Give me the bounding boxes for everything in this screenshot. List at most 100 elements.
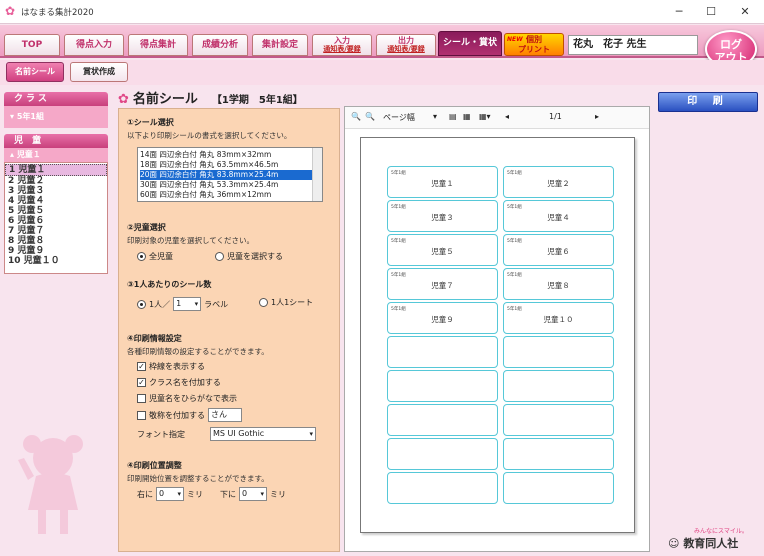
checkbox-unchecked[interactable] — [137, 410, 146, 420]
single-page-icon[interactable]: ▤ — [449, 112, 457, 121]
font-select[interactable]: MS UI Gothic ▾ — [210, 427, 316, 441]
chevron-down-icon: ▾ — [260, 490, 264, 498]
seal-label — [387, 404, 498, 436]
seal-child-name: 児童８ — [547, 281, 570, 290]
minimize-button[interactable]: ─ — [664, 2, 694, 22]
radio-on[interactable] — [137, 299, 146, 309]
checkbox-unchecked[interactable] — [137, 394, 146, 403]
tab-output-report[interactable]: 出力 通知表/要録 — [376, 34, 436, 56]
seal-option[interactable]: 30面 四辺余白付 角丸 53.3mm×25.4m — [140, 180, 320, 190]
suffix-input[interactable]: さん — [208, 408, 242, 422]
seal-list-scrollbar[interactable] — [312, 148, 322, 201]
radio-per-label[interactable]: 1人／ 1 ▾ ラベル — [137, 297, 228, 311]
tab-score-total[interactable]: 得点集計 — [128, 34, 188, 56]
label-count-select[interactable]: 1 ▾ — [173, 297, 202, 311]
child-item[interactable]: 1 児童１ — [5, 164, 107, 176]
position-row: 右に 0 ▾ ミリ 下に 0 ▾ ミリ — [137, 487, 286, 501]
radio-one-sheet[interactable]: 1人1シート — [259, 297, 313, 308]
child-item[interactable]: 2 児童２ — [5, 176, 107, 186]
child-selected: 児童１ — [16, 150, 41, 159]
seal-option[interactable]: 60面 四辺余白付 角丸 36mm×12mm — [140, 190, 320, 200]
next-page-icon[interactable]: ▸ — [595, 112, 599, 121]
chevron-down-icon: ▾ — [194, 300, 199, 308]
seal-child-name: 児童２ — [547, 179, 570, 188]
child-item[interactable]: 6 児童６ — [5, 216, 107, 226]
certificate-button[interactable]: 賞状作成 — [70, 62, 128, 82]
seal-child-name: 児童３ — [431, 213, 454, 222]
left-panel: クラス ▾ 5年1組 児 童 ▴ 児童１ 1 児童１ 2 児童２ 3 児童３ 4… — [4, 92, 108, 280]
seal-option[interactable]: 18面 四辺余白付 角丸 63.5mm×46.5m — [140, 160, 320, 170]
down-offset-select[interactable]: 0 ▾ — [239, 487, 267, 501]
font-row: フォント指定 MS UI Gothic ▾ — [137, 427, 316, 441]
zoom-in-icon[interactable]: 🔍 — [351, 112, 361, 121]
seal-class-text: 5年1組 — [507, 273, 522, 278]
checkbox-checked[interactable]: ✓ — [137, 362, 146, 371]
print-button[interactable]: 印 刷 — [658, 92, 758, 112]
radio-select-children[interactable]: 児童を選択する — [215, 251, 283, 262]
seal-label — [503, 370, 614, 402]
radio-on[interactable] — [137, 252, 146, 261]
seal-class-text: 5年1組 — [507, 171, 522, 176]
child-item[interactable]: 7 児童７ — [5, 226, 107, 236]
seal-format-list[interactable]: 14面 四辺余白付 角丸 83mm×32mm 18面 四辺余白付 角丸 63.5… — [137, 147, 323, 202]
seal-label: 5年1組 児童１ — [387, 166, 498, 198]
child-item[interactable]: 4 児童４ — [5, 196, 107, 206]
logout-line1: ログ — [720, 38, 742, 51]
seal-class-text: 5年1組 — [507, 205, 522, 210]
child-item[interactable]: 3 児童３ — [5, 186, 107, 196]
class-header: クラス — [4, 92, 108, 106]
multi-page-icon[interactable]: ▦ — [463, 112, 471, 121]
seal-option[interactable]: 14面 四辺余白付 角丸 83mm×32mm — [140, 150, 320, 160]
seal-option-selected[interactable]: 20面 四辺余白付 角丸 83.8mm×25.4m — [140, 170, 320, 180]
check-border[interactable]: ✓ 枠線を表示する — [137, 361, 205, 372]
child-item[interactable]: 8 児童８ — [5, 236, 107, 246]
right-pane — [654, 88, 764, 554]
zoom-out-icon[interactable]: 🔍 — [365, 112, 375, 121]
seal-class-text: 5年1組 — [391, 171, 406, 176]
check-class[interactable]: ✓ クラス名を付加する — [137, 377, 221, 388]
seal-class-text: 5年1組 — [507, 307, 522, 312]
down-label: 下に — [220, 489, 236, 499]
tab-input-report[interactable]: 入力 通知表/要録 — [312, 34, 372, 56]
font-value: MS UI Gothic — [213, 429, 265, 438]
section-seal-desc: 以下より印刷シールの書式を選択してください。 — [127, 131, 292, 140]
close-button[interactable]: ✕ — [730, 2, 760, 22]
child-item[interactable]: 9 児童９ — [5, 246, 107, 256]
one-sheet-label: 1人1シート — [271, 298, 314, 307]
right-offset-select[interactable]: 0 ▾ — [156, 487, 184, 501]
checkbox-checked[interactable]: ✓ — [137, 378, 146, 387]
section-count-title: ③1人あたりのシール数 — [127, 280, 212, 289]
radio-off[interactable] — [215, 252, 224, 261]
tab-settings[interactable]: 集計設定 — [252, 34, 308, 56]
class-selector[interactable]: ▾ 5年1組 — [4, 106, 108, 128]
chevron-down-icon[interactable]: ▾ — [433, 112, 437, 121]
seal-child-name: 児童５ — [431, 247, 454, 256]
individual-print-button[interactable]: NEW 個別 プリント — [504, 33, 564, 56]
page-subtitle: 【1学期 5年1組】 — [211, 95, 303, 106]
prev-page-icon[interactable]: ◂ — [505, 112, 509, 121]
tab-score-input[interactable]: 得点入力 — [64, 34, 124, 56]
name-seal-button[interactable]: 名前シール — [6, 62, 64, 82]
tab-top[interactable]: TOP — [4, 34, 60, 56]
child-item[interactable]: 10 児童１０ — [5, 256, 107, 266]
tab-seal-certificate[interactable]: シール・賞状 — [438, 31, 502, 56]
maximize-button[interactable]: ☐ — [696, 2, 726, 22]
section-position-desc: 印刷開始位置を調整することができます。 — [127, 474, 269, 483]
radio-all-children[interactable]: 全児童 — [137, 251, 173, 262]
check-kana[interactable]: 児童名をひらがなで表示 — [137, 393, 237, 404]
zoom-select[interactable]: ページ幅 — [383, 112, 415, 123]
child-list[interactable]: 1 児童１ 2 児童２ 3 児童３ 4 児童４ 5 児童５ 6 児童６ 7 児童… — [4, 162, 108, 274]
seal-class-text: 5年1組 — [391, 307, 406, 312]
radio-off[interactable] — [259, 298, 268, 307]
check-suffix[interactable]: 敬称を付加する さん — [137, 408, 242, 422]
child-header: 児 童 — [4, 134, 108, 148]
child-selector[interactable]: ▴ 児童１ — [4, 148, 108, 162]
publisher-logo: みんなにスマイル。 ☺ 教育同人社 — [668, 526, 748, 551]
tab-analysis[interactable]: 成績分析 — [192, 34, 248, 56]
per-label-unit: ラベル — [204, 299, 229, 309]
seal-class-text: 5年1組 — [391, 239, 406, 244]
per-label-text: 1人／ — [149, 299, 171, 309]
grid-view-icon[interactable]: ▦▾ — [479, 112, 491, 121]
label-count-value: 1 — [176, 299, 182, 308]
child-item[interactable]: 5 児童５ — [5, 206, 107, 216]
